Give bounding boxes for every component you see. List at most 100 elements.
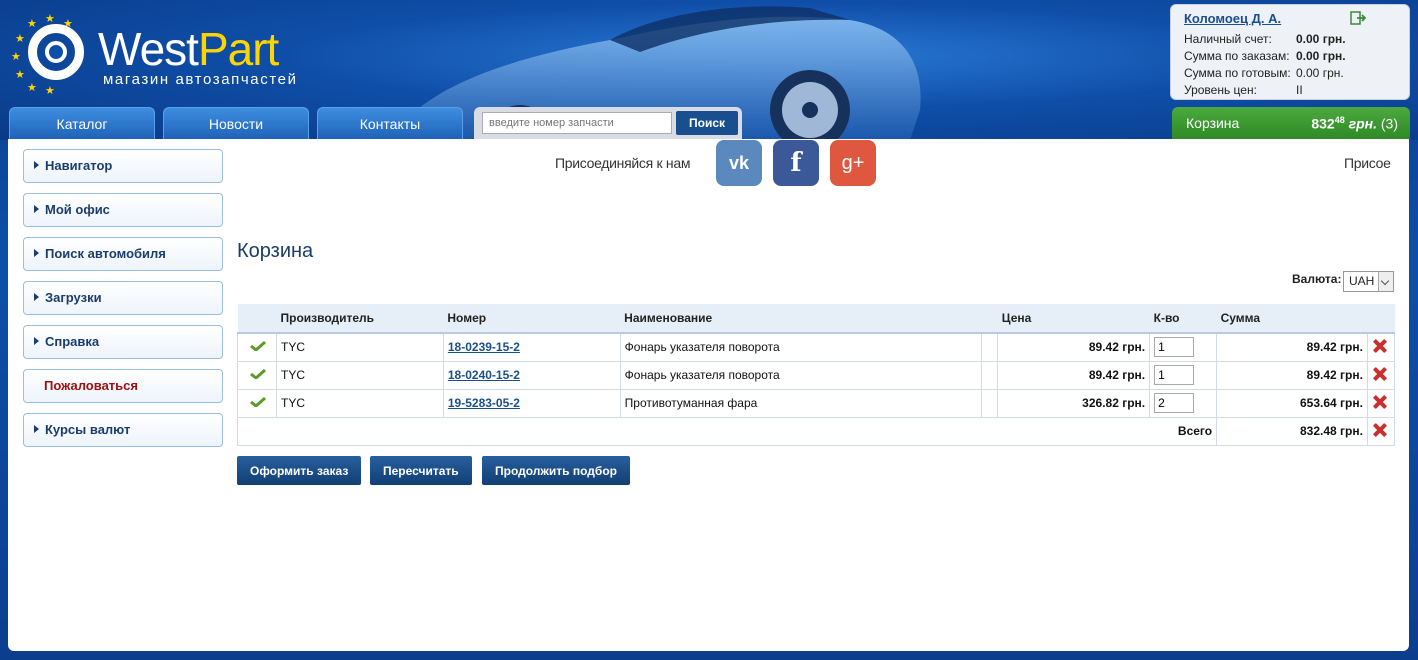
tab-contacts[interactable]: Контакты bbox=[317, 107, 463, 139]
google-plus-icon[interactable]: g+ bbox=[830, 140, 876, 186]
cell-maker: TYC bbox=[275, 332, 444, 362]
brand-logo[interactable]: WestPart bbox=[98, 23, 279, 75]
user-row-orders: Сумма по заказам: 0.00 грн. bbox=[1184, 49, 1346, 63]
col-check bbox=[237, 304, 277, 334]
cart-table: Производитель Номер Наименование Цена К-… bbox=[236, 304, 1396, 446]
table-row: TYC 18-0239-15-2 Фонарь указателя поворо… bbox=[237, 332, 1396, 362]
cell-sum: 89.42 грн. bbox=[1216, 360, 1368, 390]
sidebar-item-label: Справка bbox=[45, 334, 100, 349]
part-number-link[interactable]: 18-0240-15-2 bbox=[448, 368, 520, 382]
sidebar-item-car-search[interactable]: Поиск автомобиля bbox=[23, 237, 223, 271]
cart-total-currency: грн. bbox=[1348, 115, 1377, 132]
quantity-input[interactable] bbox=[1154, 365, 1195, 385]
cell-name: Фонарь указателя поворота bbox=[619, 332, 983, 362]
currency-label: Валюта: bbox=[1292, 272, 1342, 286]
tab-catalog[interactable]: Каталог bbox=[9, 107, 155, 139]
sidebar-item-my-office[interactable]: Мой офис bbox=[23, 193, 223, 227]
checkout-button[interactable]: Оформить заказ bbox=[237, 456, 362, 485]
part-number-link[interactable]: 18-0239-15-2 bbox=[448, 340, 520, 354]
col-number: Номер bbox=[443, 304, 621, 334]
cell-qty bbox=[1149, 360, 1218, 390]
currency-select[interactable]: UAH bbox=[1343, 271, 1394, 292]
caret-right-icon bbox=[34, 425, 39, 433]
recalculate-button[interactable]: Пересчитать bbox=[370, 456, 472, 485]
sidebar-item-label: Мой офис bbox=[45, 202, 110, 217]
delete-icon[interactable] bbox=[1372, 339, 1386, 353]
page-title: Корзина bbox=[237, 240, 314, 262]
cell-name: Противотуманная фара bbox=[619, 388, 983, 418]
caret-right-icon bbox=[34, 205, 39, 213]
bottom-strip bbox=[0, 651, 1418, 660]
user-row-value: II bbox=[1296, 83, 1303, 97]
quantity-input[interactable] bbox=[1154, 337, 1195, 358]
cell-price: 89.42 грн. bbox=[997, 360, 1151, 390]
delete-icon[interactable] bbox=[1372, 395, 1386, 409]
brand-west: West bbox=[98, 23, 199, 75]
part-number-link[interactable]: 19-5283-05-2 bbox=[448, 396, 520, 410]
total-value: 832.48 грн. bbox=[1216, 416, 1368, 446]
check-cell bbox=[237, 332, 277, 362]
social-join-label-duplicate: Присое bbox=[1344, 155, 1391, 171]
social-join-label: Присоединяйся к нам bbox=[555, 155, 691, 171]
cell-delete bbox=[1366, 360, 1396, 390]
user-row-label: Сумма по готовым: bbox=[1184, 66, 1291, 80]
tab-news[interactable]: Новости bbox=[163, 107, 309, 139]
delete-icon[interactable] bbox=[1372, 367, 1386, 381]
cell-spacer bbox=[981, 388, 999, 418]
col-price: Цена bbox=[997, 304, 1150, 334]
cell-spacer bbox=[981, 332, 999, 362]
user-row-label: Уровень цен: bbox=[1184, 83, 1257, 97]
cell-delete-all bbox=[1366, 416, 1396, 446]
sidebar-item-downloads[interactable]: Загрузки bbox=[23, 281, 223, 315]
col-delete bbox=[1367, 304, 1395, 334]
cell-qty bbox=[1149, 332, 1218, 362]
user-row-label: Сумма по заказам: bbox=[1184, 49, 1290, 63]
cell-sum: 89.42 грн. bbox=[1216, 332, 1368, 362]
sidebar-item-label: Курсы валют bbox=[45, 422, 131, 437]
search-button[interactable]: Поиск bbox=[676, 111, 738, 135]
cart-tab[interactable]: Корзина 83248 грн. (3) bbox=[1172, 107, 1410, 139]
checkmark-icon bbox=[250, 369, 266, 379]
vk-icon[interactable]: vk bbox=[716, 140, 762, 186]
total-label: Всего bbox=[236, 416, 1218, 446]
search-bar: Поиск bbox=[474, 107, 742, 139]
gear-logo-hub bbox=[45, 41, 67, 63]
svg-text:★: ★ bbox=[15, 69, 25, 81]
user-row-value: 0.00 грн. bbox=[1296, 49, 1346, 63]
caret-right-icon bbox=[34, 293, 39, 301]
sidebar-item-help[interactable]: Справка bbox=[23, 325, 223, 359]
search-input[interactable] bbox=[482, 112, 672, 134]
user-row-ready: Сумма по готовым: 0.00 грн. bbox=[1184, 66, 1344, 80]
user-name-link[interactable]: Коломоец Д. А. bbox=[1184, 11, 1281, 26]
cart-tab-label: Корзина bbox=[1186, 115, 1240, 131]
cell-number: 18-0239-15-2 bbox=[442, 332, 621, 362]
check-cell bbox=[237, 388, 277, 418]
sidebar-item-label: Поиск автомобиля bbox=[45, 246, 166, 261]
table-row: TYC 19-5283-05-2 Противотуманная фара 32… bbox=[237, 388, 1396, 418]
currency-selected-value: UAH bbox=[1349, 274, 1375, 288]
sidebar-item-complain[interactable]: Пожаловаться bbox=[23, 369, 223, 403]
cell-delete bbox=[1366, 388, 1396, 418]
quantity-input[interactable] bbox=[1154, 393, 1195, 413]
continue-selection-button[interactable]: Продолжить подбор bbox=[482, 456, 630, 485]
cart-total-dec: 48 bbox=[1334, 115, 1345, 125]
cell-sum: 653.64 грн. bbox=[1216, 388, 1368, 418]
cell-maker: TYC bbox=[275, 388, 444, 418]
cell-price: 326.82 грн. bbox=[997, 388, 1151, 418]
col-qty: К-во bbox=[1149, 304, 1217, 334]
table-header-row: Производитель Номер Наименование Цена К-… bbox=[237, 304, 1395, 334]
cart-tab-total: 83248 грн. (3) bbox=[1311, 115, 1398, 132]
svg-text:★: ★ bbox=[27, 82, 37, 94]
cart-count: (3) bbox=[1380, 115, 1398, 132]
delete-all-icon[interactable] bbox=[1372, 423, 1386, 437]
cart-total-int: 832 bbox=[1311, 115, 1335, 132]
sidebar-item-exchange-rates[interactable]: Курсы валют bbox=[23, 413, 223, 447]
svg-text:★: ★ bbox=[11, 51, 21, 63]
svg-text:★: ★ bbox=[15, 33, 25, 45]
user-row-value: 0.00 грн. bbox=[1296, 32, 1346, 46]
logout-icon[interactable] bbox=[1350, 11, 1366, 25]
sidebar-item-navigator[interactable]: Навигатор bbox=[23, 149, 223, 183]
facebook-icon[interactable]: f bbox=[773, 140, 819, 186]
col-name: Наименование bbox=[620, 304, 982, 334]
cell-number: 19-5283-05-2 bbox=[442, 388, 621, 418]
